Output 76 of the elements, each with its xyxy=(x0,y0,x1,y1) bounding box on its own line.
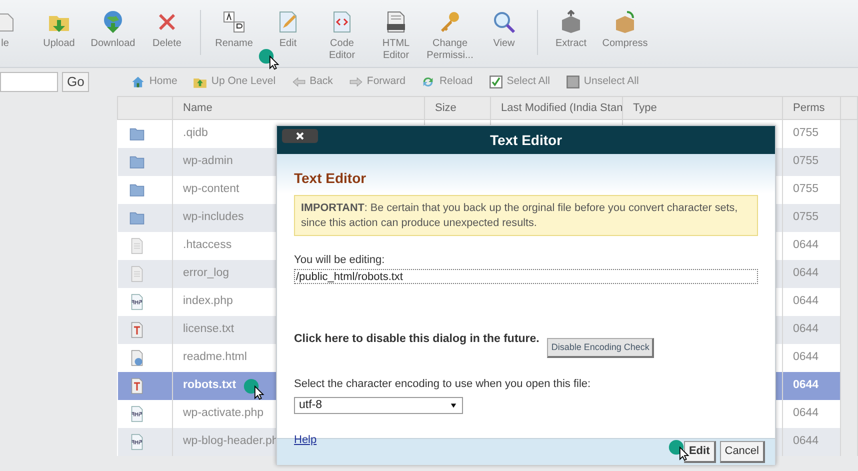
close-icon xyxy=(294,130,306,142)
column-header[interactable]: Type xyxy=(622,96,782,120)
toolbar-button[interactable]: Code Editor xyxy=(315,0,369,67)
editing-label: You will be editing: xyxy=(294,253,386,268)
column-header[interactable]: Perms xyxy=(782,96,840,120)
close-button[interactable] xyxy=(282,129,318,143)
toolbar-link[interactable]: Unselect All xyxy=(566,74,639,90)
package-icon xyxy=(613,10,637,34)
disable-encoding-button[interactable]: Disable Encoding Check xyxy=(547,338,654,358)
file-name: .qidb xyxy=(183,127,208,140)
toolbar-button[interactable]: View xyxy=(477,0,531,67)
disable-dialog-text: Click here to disable this dialog in the future. xyxy=(294,332,540,348)
help-link[interactable]: Help xyxy=(294,432,317,448)
permissions: 0644 xyxy=(793,294,819,307)
permissions: 0755 xyxy=(793,182,819,195)
back-arrow-icon xyxy=(292,74,306,88)
html-document-icon xyxy=(384,10,408,34)
dialog-title: Text Editor xyxy=(490,130,562,150)
permissions: 0644 xyxy=(793,238,819,251)
edit-button[interactable]: Edit xyxy=(684,441,716,463)
permissions: 0755 xyxy=(793,210,819,223)
globe-download-icon xyxy=(101,10,125,34)
file-name: error_log xyxy=(183,266,230,279)
empty-box-icon xyxy=(566,74,580,88)
cancel-button[interactable]: Cancel xyxy=(720,441,765,463)
toolbar-link[interactable]: Forward xyxy=(348,74,406,90)
permissions: 0644 xyxy=(793,406,819,419)
permissions: 0644 xyxy=(793,322,819,335)
encoding-select[interactable]: utf-8 xyxy=(294,396,463,414)
file-name: license.txt xyxy=(183,322,234,335)
permissions: 0644 xyxy=(793,350,819,363)
permissions: 0755 xyxy=(793,127,819,140)
column-header[interactable]: Name xyxy=(172,96,424,120)
dropdown-caret-icon xyxy=(449,400,458,410)
file-name: robots.txt xyxy=(183,378,236,391)
checked-box-icon xyxy=(488,74,503,88)
column-header[interactable]: Last Modified (India Stan xyxy=(490,96,622,120)
toolbar-button[interactable]: Extract xyxy=(544,0,598,67)
warning-message: IMPORTANT: Be certain that you back up the orginal file before you convert character sets, since this action can produce unexpected results. xyxy=(294,195,758,236)
toolbar-button[interactable]: Download xyxy=(86,0,140,67)
file-name: index.php xyxy=(183,294,233,307)
toolbar-button[interactable]: Delete xyxy=(140,0,194,67)
toolbar-link[interactable]: Back xyxy=(292,74,333,90)
file-name: wp-includes xyxy=(183,210,244,223)
toolbar-link[interactable]: Reload xyxy=(421,74,473,90)
file-name: wp-content xyxy=(183,182,240,195)
file-name: wp-blog-header.ph xyxy=(183,434,278,447)
search-field[interactable] xyxy=(0,72,58,92)
file-name: wp-activate.php xyxy=(183,406,264,419)
box-icon xyxy=(559,10,583,34)
toolbar-button[interactable]: Compress xyxy=(598,0,652,67)
column-header[interactable]: Size xyxy=(424,96,490,120)
toolbar-button[interactable]: Change Permissi... xyxy=(423,0,477,67)
toolbar-link[interactable]: Up One Level xyxy=(193,74,276,90)
toolbar-button[interactable]: le xyxy=(0,0,32,67)
toolbar-button[interactable]: Upload xyxy=(32,0,86,67)
path-field[interactable]: /public_html/robots.txt xyxy=(294,268,758,284)
toolbar-button[interactable]: Rename xyxy=(207,0,261,67)
reload-icon xyxy=(421,74,436,88)
permissions: 0644 xyxy=(793,378,819,391)
forward-arrow-icon xyxy=(348,74,363,88)
encoding-label: Select the character encoding to use when you open this file: xyxy=(294,377,592,392)
toolbar-button[interactable]: Edit xyxy=(261,0,315,67)
permissions: 0755 xyxy=(793,154,819,167)
magnifier-icon xyxy=(492,10,516,34)
rename-icon xyxy=(222,10,246,34)
file-name: wp-admin xyxy=(183,154,233,167)
file-name: .htaccess xyxy=(183,238,232,251)
home-icon xyxy=(131,74,146,88)
permissions: 0644 xyxy=(793,266,819,279)
toolbar-link[interactable]: Home xyxy=(131,74,178,90)
toolbar-button[interactable]: HTML Editor xyxy=(369,0,423,67)
toolbar-link[interactable]: Select All xyxy=(488,74,550,90)
file-name: readme.html xyxy=(183,350,247,363)
permissions: 0644 xyxy=(793,434,819,447)
go-button[interactable]: Go xyxy=(62,72,90,92)
